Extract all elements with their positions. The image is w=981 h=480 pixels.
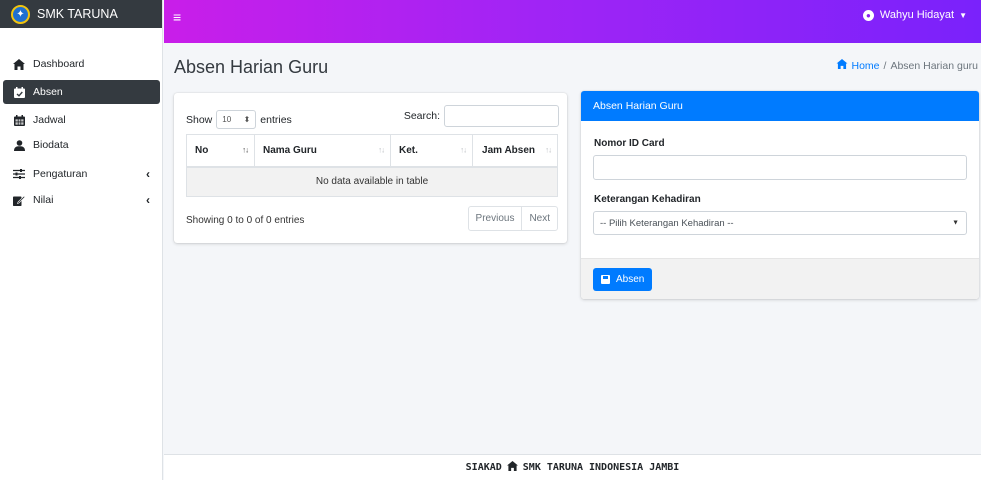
sidebar: ✦ SMK TARUNA Dashboard Absen Jadwal Biod… <box>0 0 163 480</box>
edit-icon <box>11 195 27 206</box>
caret-down-icon: ▼ <box>959 10 967 20</box>
previous-page-button[interactable]: Previous <box>469 207 522 230</box>
save-icon <box>601 275 610 284</box>
breadcrumb-separator: / <box>883 59 887 72</box>
length-value: 10 <box>222 115 232 124</box>
entries-label: entries <box>260 113 292 126</box>
footer-school-name: SMK TARUNA INDONESIA JAMBI <box>522 462 680 473</box>
home-icon <box>11 58 27 70</box>
school-logo-icon: ✦ <box>11 4 30 24</box>
home-icon <box>836 59 848 72</box>
sidebar-item-absen[interactable]: Absen <box>3 80 160 104</box>
brand-name: SMK TARUNA <box>37 7 118 21</box>
column-header-no[interactable]: No ↑↓ <box>186 134 255 168</box>
sidebar-item-label: Biodata <box>33 139 69 151</box>
sidebar-item-label: Dashboard <box>33 58 85 70</box>
column-header-nama-guru[interactable]: Nama Guru ↑↓ <box>254 134 391 168</box>
show-label: Show <box>186 113 213 126</box>
sidebar-item-jadwal[interactable]: Jadwal <box>0 108 160 132</box>
column-header-ket[interactable]: Ket. ↑↓ <box>390 134 473 168</box>
search-input[interactable] <box>444 105 559 127</box>
sidebar-item-nilai[interactable]: Nilai ‹ <box>0 188 160 212</box>
id-card-input[interactable] <box>593 155 967 180</box>
home-icon <box>506 461 518 474</box>
user-circle-icon: ● <box>862 9 874 21</box>
attendance-form-card: Absen Harian Guru Nomor ID Card Keterang… <box>581 91 979 299</box>
chevron-left-icon: ‹ <box>146 193 150 207</box>
column-label: No <box>195 144 209 156</box>
entries-length-select[interactable]: 10 ⬍ <box>216 110 257 129</box>
search-control: Search: <box>404 105 559 127</box>
column-label: Ket. <box>399 144 418 156</box>
user-icon <box>11 139 27 151</box>
attendance-table-card: Show 10 ⬍ entries Search: No ↑↓ Nama Gur… <box>174 93 567 243</box>
search-label: Search: <box>403 110 440 122</box>
sort-icon: ↑↓ <box>242 145 249 155</box>
column-header-jam-absen[interactable]: Jam Absen ↑↓ <box>472 134 558 168</box>
sidebar-item-label: Nilai <box>33 194 54 206</box>
sidebar-item-biodata[interactable]: Biodata <box>0 133 160 157</box>
attendance-status-select[interactable]: -- Pilih Keterangan Kehadiran -- ▼ <box>593 211 967 235</box>
id-card-label: Nomor ID Card <box>594 138 665 149</box>
sidebar-item-label: Pengaturan <box>33 168 88 180</box>
sort-icon: ↑↓ <box>460 145 467 155</box>
column-label: Nama Guru <box>263 144 317 156</box>
footer-app-name: SIAKAD <box>465 462 502 473</box>
top-navbar: ≡ ● Wahyu Hidayat ▼ <box>164 0 981 43</box>
form-card-header: Absen Harian Guru <box>581 91 979 121</box>
empty-table-message: No data available in table <box>186 166 558 197</box>
sliders-icon <box>11 169 27 179</box>
hamburger-icon[interactable]: ≡ <box>173 9 181 25</box>
page-footer: SIAKAD SMK TARUNA INDONESIA JAMBI <box>164 454 981 480</box>
breadcrumb-home-label: Home <box>851 59 880 72</box>
sidebar-item-label: Absen <box>33 86 63 98</box>
user-name: Wahyu Hidayat <box>879 9 955 21</box>
page-title: Absen Harian Guru <box>174 57 329 77</box>
sidebar-item-label: Jadwal <box>33 114 66 126</box>
select-value: -- Pilih Keterangan Kehadiran -- <box>600 217 734 229</box>
sidebar-item-dashboard[interactable]: Dashboard <box>0 52 160 76</box>
brand-link[interactable]: ✦ SMK TARUNA <box>0 0 162 28</box>
sort-icon: ↑↓ <box>545 145 552 155</box>
pagination: Previous Next <box>467 206 558 231</box>
sidebar-item-pengaturan[interactable]: Pengaturan ‹ <box>0 162 160 186</box>
absen-button-label: Absen <box>616 274 645 285</box>
user-dropdown[interactable]: ● Wahyu Hidayat ▼ <box>862 9 967 21</box>
breadcrumb: Home / Absen Harian guru <box>836 59 978 72</box>
breadcrumb-current: Absen Harian guru <box>890 59 978 72</box>
caret-down-icon: ▼ <box>952 219 959 227</box>
attendance-status-label: Keterangan Kehadiran <box>594 194 701 205</box>
chevron-left-icon: ‹ <box>146 167 150 181</box>
table-info: Showing 0 to 0 of 0 entries <box>186 215 305 226</box>
column-label: Jam Absen <box>482 144 535 156</box>
next-page-button[interactable]: Next <box>521 207 557 230</box>
absen-submit-button[interactable]: Absen <box>593 268 653 291</box>
breadcrumb-home-link[interactable]: Home <box>836 59 880 72</box>
select-arrows-icon: ⬍ <box>243 115 251 124</box>
calendar-icon <box>11 114 27 126</box>
calendar-check-icon <box>11 86 27 98</box>
length-control: Show 10 ⬍ entries <box>186 110 292 129</box>
attendance-table: No ↑↓ Nama Guru ↑↓ Ket. ↑↓ Jam Absen ↑↓ <box>186 134 558 197</box>
sort-icon: ↑↓ <box>378 145 385 155</box>
form-card-footer: Absen <box>581 258 979 299</box>
table-row: No data available in table <box>186 166 558 197</box>
